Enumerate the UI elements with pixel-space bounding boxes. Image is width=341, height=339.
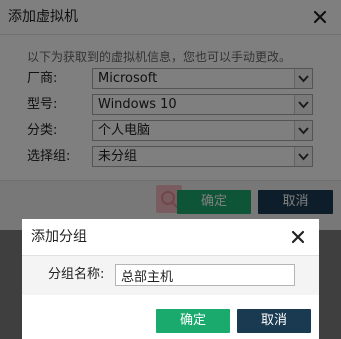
cancel-button[interactable]: 取消 xyxy=(237,309,311,333)
add-group-dialog-header: 添加分组 xyxy=(22,219,319,255)
screen: 添加虚拟机 以下为获取到的虚拟机信息，您也可以手动更改。 厂商: Microso… xyxy=(0,0,341,339)
add-group-dialog: 添加分组 分组名称: 确定 取消 xyxy=(22,219,319,339)
group-name-label: 分组名称: xyxy=(48,267,105,282)
group-name-input[interactable] xyxy=(115,264,295,286)
confirm-button[interactable]: 确定 xyxy=(156,309,230,333)
close-icon[interactable] xyxy=(290,229,306,245)
add-group-dialog-title: 添加分组 xyxy=(31,229,87,245)
